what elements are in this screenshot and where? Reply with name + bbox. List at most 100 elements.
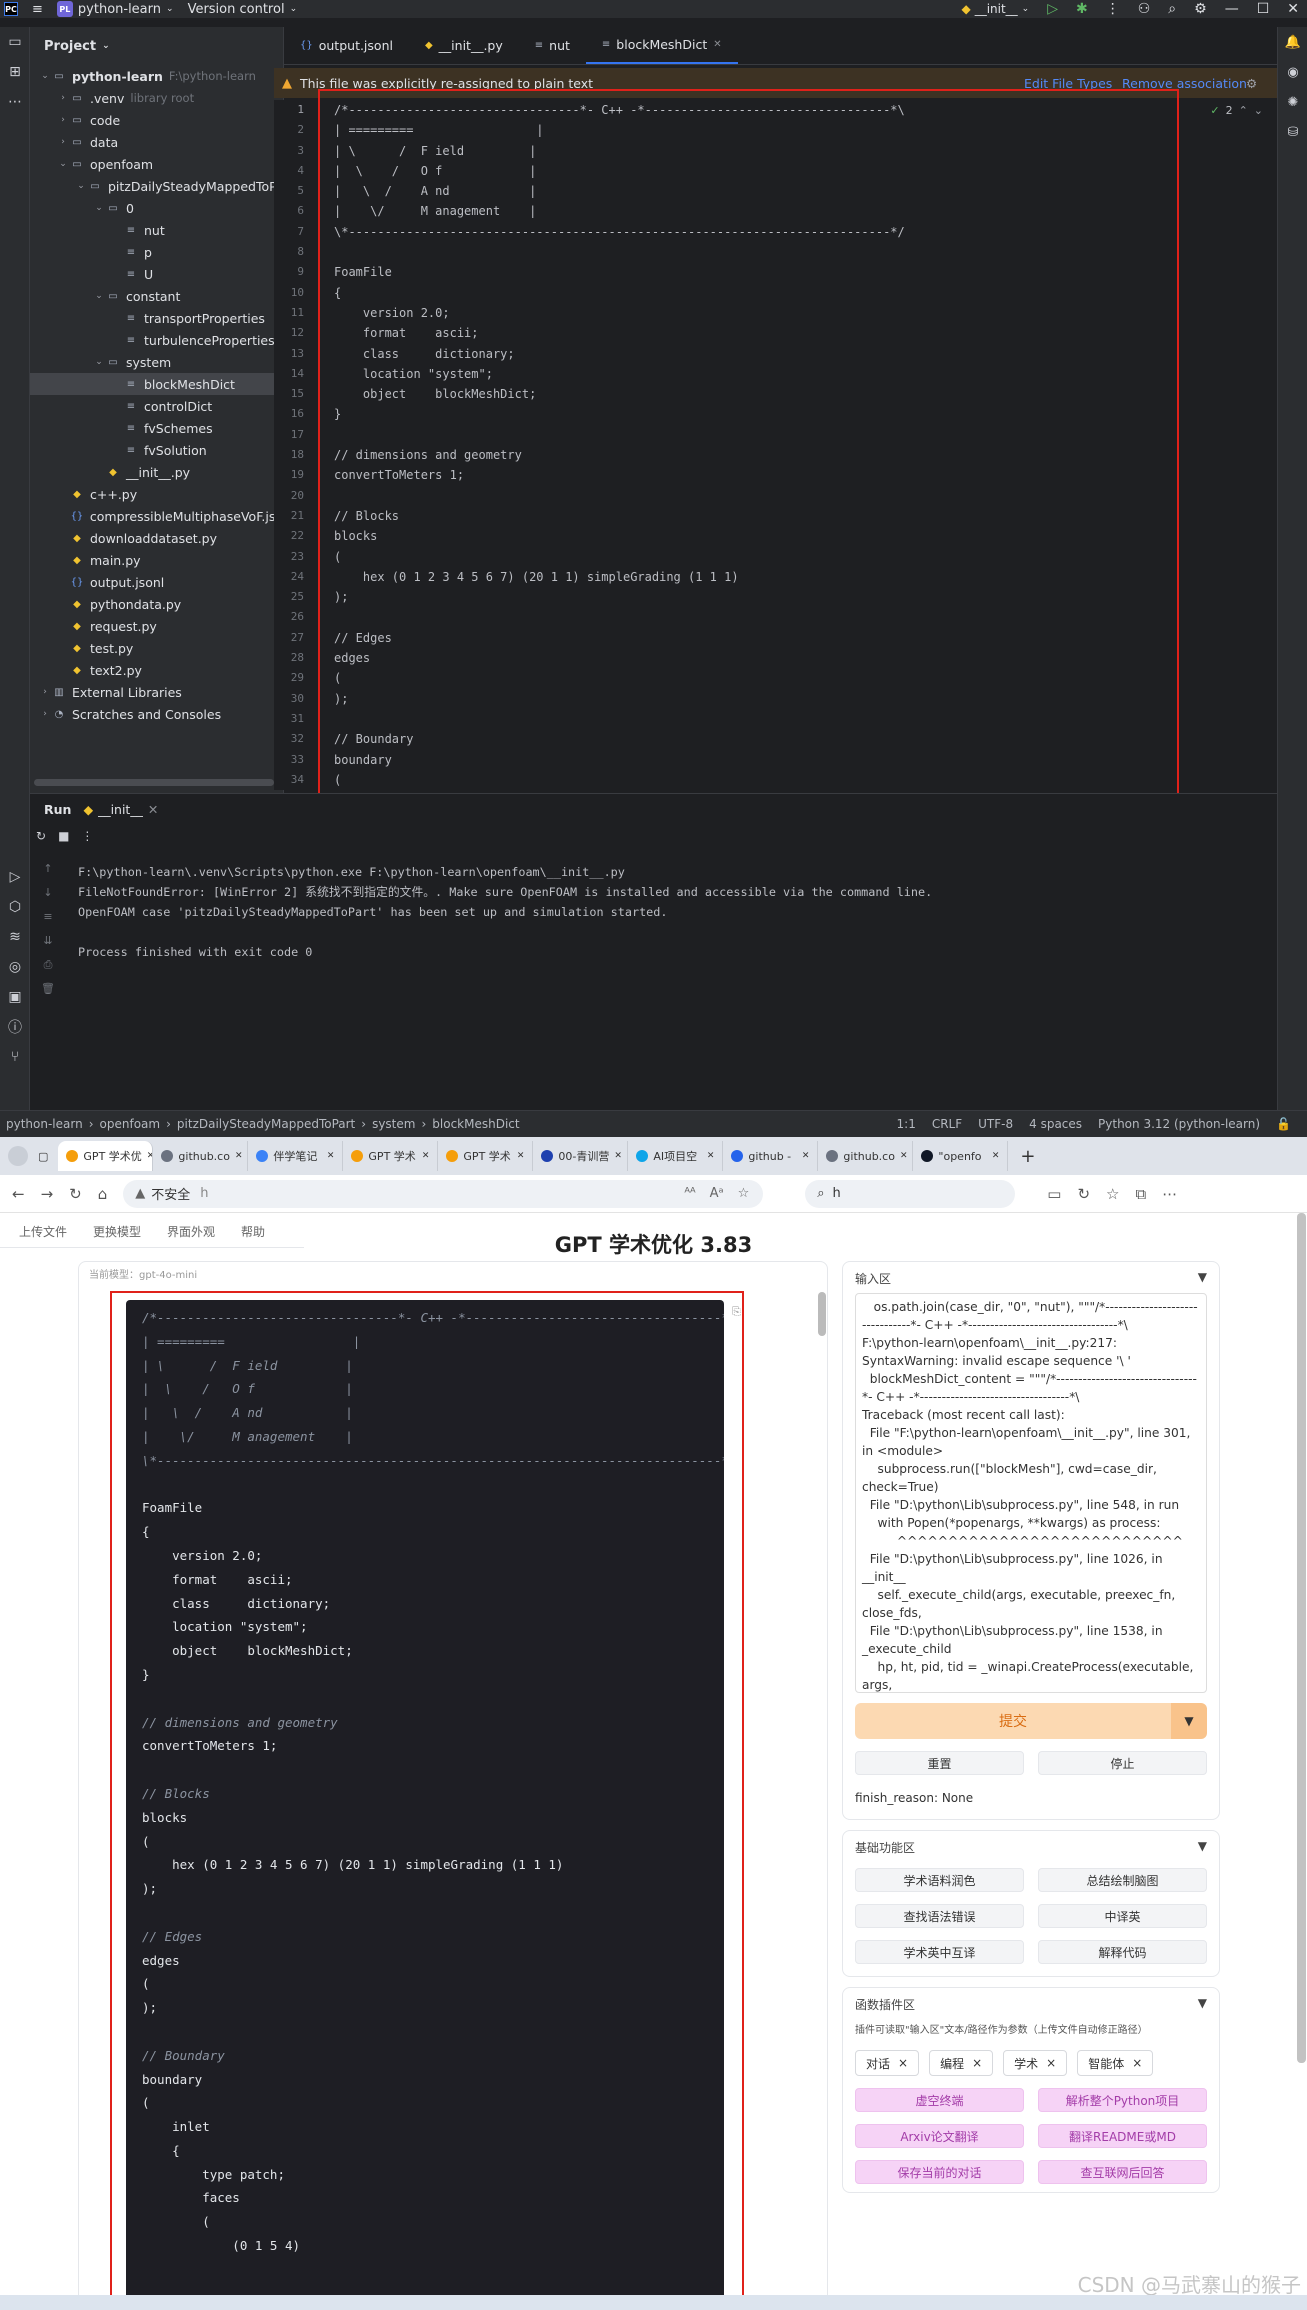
browser-tab[interactable]: 伴学笔记 ✕ — [248, 1141, 344, 1171]
scroll-up-icon[interactable]: ↑ — [38, 862, 58, 886]
tree-row[interactable]: ≡ U — [30, 263, 283, 285]
editor-tab[interactable]: ≡ blockMeshDict ✕ — [585, 26, 738, 64]
tree-row[interactable]: ◆ request.py — [30, 615, 283, 637]
chevron-right-icon[interactable]: › — [56, 115, 70, 125]
problems-icon[interactable]: ⓘ — [0, 1012, 30, 1042]
browser-tab[interactable]: github.co ✕ — [818, 1141, 914, 1171]
chevron-right-icon[interactable]: › — [38, 687, 52, 697]
close-icon[interactable]: ✕ — [148, 802, 158, 817]
favorites-icon[interactable]: ☆ — [1106, 1185, 1119, 1203]
tree-row[interactable]: ⌄ ▭ constant — [30, 285, 283, 307]
plugin-button[interactable]: 解析整个Python项目 — [1038, 2088, 1207, 2112]
browser-tab[interactable]: GPT 学术 ✕ — [438, 1141, 534, 1171]
tree-row[interactable]: ≡ controlDict — [30, 395, 283, 417]
minimize-icon[interactable]: — — [1225, 1, 1239, 17]
git-icon[interactable]: ⑂ — [0, 1042, 30, 1072]
tree-row[interactable]: ⌄ ▭ openfoam — [30, 153, 283, 175]
browser-tab[interactable]: 00-青训营 ✕ — [533, 1141, 629, 1171]
layers-icon[interactable]: ≋ — [0, 922, 30, 952]
tree-row[interactable]: ≡ turbulenceProperties — [30, 329, 283, 351]
basic-button[interactable]: 解释代码 — [1038, 1940, 1207, 1964]
tree-row[interactable]: › ▭ .venv library root — [30, 87, 283, 109]
close-icon[interactable]: ✕ — [147, 1151, 153, 1161]
chevron-down-icon[interactable]: ⌄ — [92, 357, 106, 367]
debug-icon[interactable]: ✱ — [1076, 1, 1088, 17]
soft-wrap-icon[interactable]: ≡ — [38, 910, 58, 934]
tree-row[interactable]: ◆ __init__.py — [30, 461, 283, 483]
tree-row[interactable]: ◆ pythondata.py — [30, 593, 283, 615]
run-tab-title[interactable]: Run — [44, 802, 71, 817]
vcs-widget[interactable]: Version control ⌄ — [188, 2, 298, 17]
submit-dropdown-icon[interactable]: ▼ — [1171, 1703, 1207, 1739]
home-icon[interactable]: ⌂ — [98, 1185, 108, 1203]
browser-tab[interactable]: github - ✕ — [723, 1141, 819, 1171]
tree-row[interactable]: ≡ fvSchemes — [30, 417, 283, 439]
scroll-down-icon[interactable]: ↓ — [38, 886, 58, 910]
collapse-triangle-icon[interactable]: ▼ — [1198, 1839, 1207, 1856]
stop-button[interactable]: 停止 — [1038, 1751, 1207, 1775]
page-scrollbar[interactable] — [1297, 1213, 1306, 2063]
chevron-right-icon[interactable]: › — [56, 93, 70, 103]
tree-row[interactable]: {} compressibleMultiphaseVoF.jso — [30, 505, 283, 527]
tree-row[interactable]: ⌄ ▭ pitzDailySteadyMappedToP — [30, 175, 283, 197]
tree-row[interactable]: ⌄ ▭ python-learn F:\python-learn — [30, 65, 283, 87]
main-menu-button[interactable]: ≡ — [32, 2, 43, 17]
read-aloud-icon[interactable]: ᴬᴬ — [684, 1186, 695, 1201]
close-icon[interactable]: ✕ — [713, 39, 721, 50]
tree-row[interactable]: ⌄ ▭ system — [30, 351, 283, 373]
collapse-triangle-icon[interactable]: ▼ — [1198, 1996, 1207, 2013]
browser-tab[interactable]: github.co ✕ — [153, 1141, 249, 1171]
url-field[interactable]: ▲ 不安全 h ᴬᴬ Aᵃ ☆ — [123, 1179, 764, 1208]
more-actions-icon[interactable]: ⋮ — [1106, 1, 1120, 17]
project-switcher[interactable]: PL python-learn ⌄ — [56, 1, 174, 17]
close-icon[interactable]: ✕ — [1287, 1, 1299, 17]
run-tool-icon[interactable]: ▷ — [0, 862, 30, 892]
breadcrumb-item[interactable]: openfoam — [100, 1117, 161, 1131]
run-config-selector[interactable]: ◆ __init__ ⌄ — [961, 2, 1029, 16]
split-screen-icon[interactable]: ▭ — [1047, 1185, 1061, 1203]
chevron-down-icon[interactable]: ⌄ — [74, 181, 88, 191]
lock-icon[interactable]: 🔓 — [1276, 1117, 1291, 1131]
tab-actions-icon[interactable]: ▢ — [38, 1150, 48, 1163]
collections-icon[interactable]: ⧉ — [1135, 1185, 1146, 1203]
browser-profile-icon[interactable] — [8, 1146, 28, 1166]
more-tools-icon[interactable]: ⋯ — [0, 87, 30, 117]
ai-assistant-icon[interactable]: ◉ — [1278, 57, 1307, 87]
clear-icon[interactable]: 🗑 — [38, 982, 58, 1006]
chevron-down-icon[interactable]: ⌄ — [92, 203, 106, 213]
remove-chip-icon[interactable]: × — [1132, 2056, 1142, 2070]
chevron-right-icon[interactable]: › — [56, 137, 70, 147]
submit-button[interactable]: 提交 — [855, 1703, 1171, 1739]
collapse-triangle-icon[interactable]: ▼ — [1198, 1270, 1207, 1287]
basic-button[interactable]: 查找语法错误 — [855, 1904, 1024, 1928]
horizontal-scrollbar[interactable] — [34, 779, 274, 786]
breadcrumb-item[interactable]: python-learn — [6, 1117, 83, 1131]
plugin-button[interactable]: 虚空终端 — [855, 2088, 1024, 2112]
remove-chip-icon[interactable]: × — [898, 2056, 908, 2070]
forward-icon[interactable]: → — [41, 1185, 54, 1203]
project-panel-header[interactable]: Project ⌄ — [30, 27, 283, 65]
plugin-chip[interactable]: 对话 × — [855, 2050, 920, 2076]
tree-row[interactable]: ◆ downloaddataset.py — [30, 527, 283, 549]
browser-tab[interactable]: GPT 学术优 ✕ — [58, 1141, 154, 1171]
input-textarea[interactable]: os.path.join(case_dir, "0", "nut"), """/… — [855, 1293, 1207, 1693]
notifications-icon[interactable]: 🔔 — [1278, 27, 1307, 57]
browser-tab[interactable]: AI项目空 ✕ — [628, 1141, 724, 1171]
close-icon[interactable]: ✕ — [802, 1151, 810, 1161]
breadcrumb-item[interactable]: system — [372, 1117, 415, 1131]
new-tab-icon[interactable]: + — [1020, 1146, 1035, 1167]
line-separator[interactable]: CRLF — [932, 1117, 962, 1131]
inspection-widget[interactable]: ✓ 2 ⌃ ⌄ — [1210, 104, 1263, 117]
chevron-down-icon[interactable]: ⌄ — [56, 159, 70, 169]
tree-row[interactable]: ⌄ ▭ 0 — [30, 197, 283, 219]
tree-row[interactable]: ≡ transportProperties — [30, 307, 283, 329]
plugin-button[interactable]: 翻译README或MD — [1038, 2124, 1207, 2148]
tree-row[interactable]: ◆ c++.py — [30, 483, 283, 505]
close-icon[interactable]: ✕ — [614, 1151, 622, 1161]
basic-button[interactable]: 中译英 — [1038, 1904, 1207, 1928]
tree-row[interactable]: › ▭ code — [30, 109, 283, 131]
close-icon[interactable]: ✕ — [992, 1151, 1000, 1161]
plugin-chip[interactable]: 智能体 × — [1077, 2050, 1154, 2076]
python-interpreter[interactable]: Python 3.12 (python-learn) — [1098, 1117, 1260, 1131]
basic-button[interactable]: 学术语料润色 — [855, 1868, 1024, 1892]
